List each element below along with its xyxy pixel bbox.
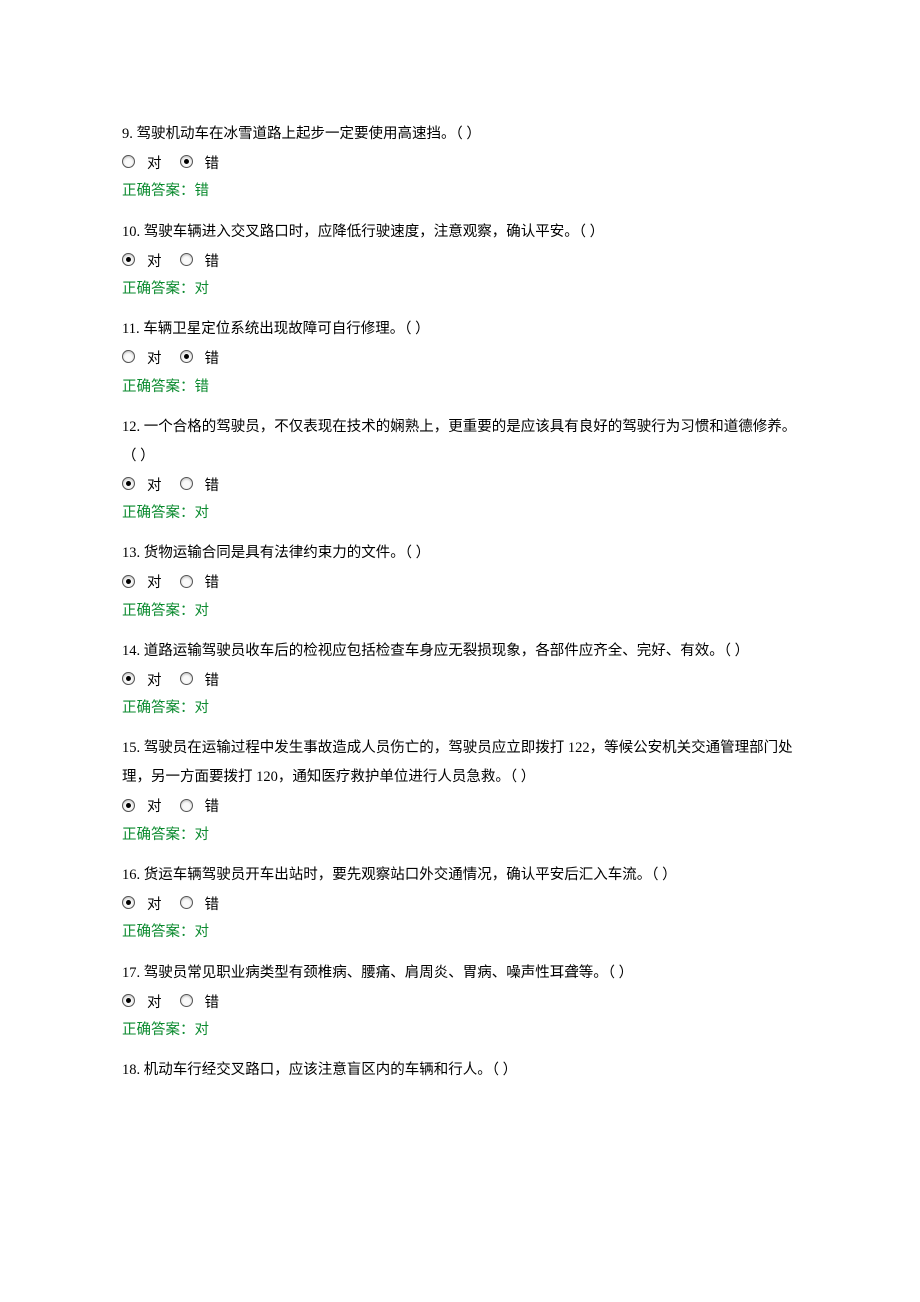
option-label-false: 错 xyxy=(205,575,220,592)
option-label-true: 对 xyxy=(147,478,162,495)
radio-true[interactable] xyxy=(122,477,135,490)
question-block: 10. 驾驶车辆进入交叉路口时，应降低行驶速度，注意观察，确认平安。（ ）对错正… xyxy=(122,218,798,302)
question-text: 11. 车辆卫星定位系统出现故障可自行修理。（ ） xyxy=(122,315,798,344)
question-block: 15. 驾驶员在运输过程中发生事故造成人员伤亡的，驾驶员应立即拨打 122，等候… xyxy=(122,734,798,847)
option-label-true: 对 xyxy=(147,995,162,1012)
radio-false[interactable] xyxy=(180,896,193,909)
options-row: 对错 xyxy=(122,348,798,365)
question-block: 14. 道路运输驾驶员收车后的检视应包括检查车身应无裂损现象，各部件应齐全、完好… xyxy=(122,637,798,721)
radio-true[interactable] xyxy=(122,799,135,812)
correct-answer: 正确答案：对 xyxy=(122,502,798,525)
options-row: 对错 xyxy=(122,670,798,687)
question-block: 16. 货运车辆驾驶员开车出站时，要先观察站口外交通情况，确认平安后汇入车流。（… xyxy=(122,861,798,945)
page-content: 9. 驾驶机动车在冰雪道路上起步一定要使用高速挡。（ ）对错正确答案：错10. … xyxy=(0,0,920,1149)
question-text: 18. 机动车行经交叉路口，应该注意盲区内的车辆和行人。（ ） xyxy=(122,1056,798,1085)
radio-false[interactable] xyxy=(180,477,193,490)
radio-true[interactable] xyxy=(122,155,135,168)
options-row: 对错 xyxy=(122,572,798,589)
question-text: 10. 驾驶车辆进入交叉路口时，应降低行驶速度，注意观察，确认平安。（ ） xyxy=(122,218,798,247)
options-row: 对错 xyxy=(122,251,798,268)
options-row: 对错 xyxy=(122,796,798,813)
option-label-false: 错 xyxy=(205,897,220,914)
question-text: 13. 货物运输合同是具有法律约束力的文件。（ ） xyxy=(122,539,798,568)
correct-answer: 正确答案：错 xyxy=(122,180,798,203)
question-text: 9. 驾驶机动车在冰雪道路上起步一定要使用高速挡。（ ） xyxy=(122,120,798,149)
question-text: 16. 货运车辆驾驶员开车出站时，要先观察站口外交通情况，确认平安后汇入车流。（… xyxy=(122,861,798,890)
option-label-false: 错 xyxy=(205,673,220,690)
radio-true[interactable] xyxy=(122,253,135,266)
question-text: 15. 驾驶员在运输过程中发生事故造成人员伤亡的，驾驶员应立即拨打 122，等候… xyxy=(122,734,798,792)
option-label-false: 错 xyxy=(205,478,220,495)
options-row: 对错 xyxy=(122,475,798,492)
correct-answer: 正确答案：对 xyxy=(122,697,798,720)
options-row: 对错 xyxy=(122,992,798,1009)
radio-true[interactable] xyxy=(122,350,135,363)
question-text: 14. 道路运输驾驶员收车后的检视应包括检查车身应无裂损现象，各部件应齐全、完好… xyxy=(122,637,798,666)
options-row: 对错 xyxy=(122,894,798,911)
option-label-false: 错 xyxy=(205,156,220,173)
option-label-true: 对 xyxy=(147,575,162,592)
question-block: 17. 驾驶员常见职业病类型有颈椎病、腰痛、肩周炎、胃病、噪声性耳聋等。（ ） 对… xyxy=(122,959,798,1043)
option-label-true: 对 xyxy=(147,897,162,914)
question-block: 9. 驾驶机动车在冰雪道路上起步一定要使用高速挡。（ ）对错正确答案：错 xyxy=(122,120,798,204)
radio-true[interactable] xyxy=(122,994,135,1007)
option-label-false: 错 xyxy=(205,351,220,368)
radio-true[interactable] xyxy=(122,896,135,909)
option-label-false: 错 xyxy=(205,995,220,1012)
option-label-false: 错 xyxy=(205,254,220,271)
option-label-true: 对 xyxy=(147,254,162,271)
radio-false[interactable] xyxy=(180,799,193,812)
option-label-true: 对 xyxy=(147,673,162,690)
radio-false[interactable] xyxy=(180,672,193,685)
radio-false[interactable] xyxy=(180,575,193,588)
question-text: 12. 一个合格的驾驶员，不仅表现在技术的娴熟上，更重要的是应该具有良好的驾驶行… xyxy=(122,413,798,471)
correct-answer: 正确答案：对 xyxy=(122,921,798,944)
question-block: 11. 车辆卫星定位系统出现故障可自行修理。（ ）对错正确答案：错 xyxy=(122,315,798,399)
option-label-true: 对 xyxy=(147,351,162,368)
radio-false[interactable] xyxy=(180,994,193,1007)
correct-answer: 正确答案：对 xyxy=(122,600,798,623)
correct-answer: 正确答案：对 xyxy=(122,1019,798,1042)
questions-list: 9. 驾驶机动车在冰雪道路上起步一定要使用高速挡。（ ）对错正确答案：错10. … xyxy=(122,120,798,1085)
correct-answer: 正确答案：对 xyxy=(122,278,798,301)
correct-answer: 正确答案：对 xyxy=(122,824,798,847)
options-row: 对错 xyxy=(122,153,798,170)
radio-true[interactable] xyxy=(122,575,135,588)
question-block: 18. 机动车行经交叉路口，应该注意盲区内的车辆和行人。（ ） xyxy=(122,1056,798,1085)
option-label-false: 错 xyxy=(205,799,220,816)
question-block: 13. 货物运输合同是具有法律约束力的文件。（ ）对错正确答案：对 xyxy=(122,539,798,623)
radio-false[interactable] xyxy=(180,253,193,266)
correct-answer: 正确答案：错 xyxy=(122,376,798,399)
option-label-true: 对 xyxy=(147,156,162,173)
question-text: 17. 驾驶员常见职业病类型有颈椎病、腰痛、肩周炎、胃病、噪声性耳聋等。（ ） xyxy=(122,959,798,988)
option-label-true: 对 xyxy=(147,799,162,816)
radio-false[interactable] xyxy=(180,350,193,363)
question-block: 12. 一个合格的驾驶员，不仅表现在技术的娴熟上，更重要的是应该具有良好的驾驶行… xyxy=(122,413,798,526)
radio-true[interactable] xyxy=(122,672,135,685)
radio-false[interactable] xyxy=(180,155,193,168)
